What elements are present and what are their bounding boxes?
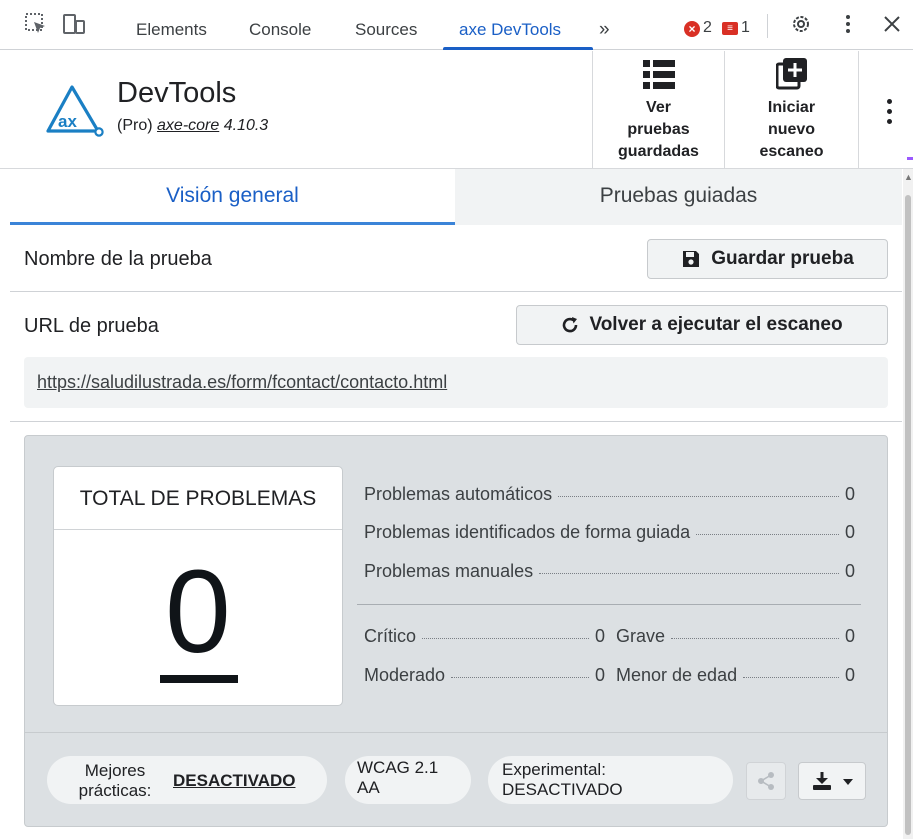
error-count[interactable]: 2 bbox=[703, 19, 712, 37]
stat-minor-label: Menor de edad bbox=[616, 665, 738, 685]
stat-critical-value: 0 bbox=[594, 626, 605, 646]
stat-moderate-label: Moderado bbox=[364, 665, 446, 685]
stat-minor[interactable]: Menor de edad 0 bbox=[616, 665, 855, 686]
test-url-field: https://saludilustrada.es/form/fcontact/… bbox=[24, 357, 888, 408]
add-scan-icon bbox=[775, 58, 807, 90]
kebab-menu-icon[interactable] bbox=[836, 12, 860, 36]
stat-serious-label: Grave bbox=[616, 626, 666, 646]
toolbar-divider bbox=[767, 14, 768, 38]
tab-sources[interactable]: Sources bbox=[355, 20, 417, 40]
scrollbar-thumb[interactable] bbox=[905, 195, 911, 835]
best-practices-toggle[interactable]: Mejores prácticas: DESACTIVADO bbox=[47, 756, 327, 804]
axe-core-version: 4.10.3 bbox=[219, 117, 269, 134]
tab-elements[interactable]: Elements bbox=[136, 20, 207, 40]
new-scan-label-3: escaneo bbox=[759, 143, 824, 160]
issue-count[interactable]: 1 bbox=[741, 19, 750, 37]
saved-tests-label-2: pruebas bbox=[627, 121, 690, 138]
wcag-standard-selector[interactable]: WCAG 2.1 AA bbox=[345, 756, 471, 804]
close-icon[interactable] bbox=[880, 12, 904, 36]
stat-moderate-value: 0 bbox=[594, 665, 605, 685]
stat-critical-label: Crítico bbox=[364, 626, 417, 646]
experimental-label: Experimental: bbox=[502, 760, 606, 779]
stat-manual[interactable]: Problemas manuales 0 bbox=[364, 561, 855, 582]
tab-overview[interactable]: Visión general bbox=[10, 169, 455, 225]
stat-critical[interactable]: Crítico 0 bbox=[364, 626, 605, 647]
scroll-up-arrow-icon[interactable]: ▲ bbox=[904, 172, 913, 182]
test-url-link[interactable]: https://saludilustrada.es/form/fcontact/… bbox=[37, 372, 447, 393]
svg-text:ax: ax bbox=[58, 112, 77, 131]
tab-axe-devtools[interactable]: axe DevTools bbox=[459, 20, 561, 40]
axe-logo-icon: ax bbox=[46, 85, 104, 137]
best-practices-value[interactable]: DESACTIVADO bbox=[173, 771, 295, 790]
stat-automatic[interactable]: Problemas automáticos 0 bbox=[364, 484, 855, 505]
new-scan-label-1: Iniciar bbox=[767, 99, 816, 116]
stat-manual-value: 0 bbox=[844, 561, 855, 581]
saved-tests-label-1: Ver bbox=[646, 99, 671, 116]
inspect-element-icon[interactable] bbox=[24, 12, 48, 36]
stat-automatic-value: 0 bbox=[844, 484, 855, 504]
download-icon bbox=[813, 772, 831, 790]
stat-guided-value: 0 bbox=[844, 522, 855, 542]
rerun-scan-button[interactable]: Volver a ejecutar el escaneo bbox=[516, 305, 888, 345]
share-button[interactable] bbox=[746, 762, 786, 800]
tab-guided-tests[interactable]: Pruebas guiadas bbox=[455, 169, 902, 225]
stat-automatic-label: Problemas automáticos bbox=[364, 484, 553, 504]
brand-subtitle: (Pro) axe-core 4.10.3 bbox=[117, 117, 268, 135]
brand-tier: (Pro) bbox=[117, 117, 153, 134]
rerun-scan-label: Volver a ejecutar el escaneo bbox=[589, 314, 843, 335]
more-tabs-button[interactable]: » bbox=[599, 19, 610, 41]
stat-serious[interactable]: Grave 0 bbox=[616, 626, 855, 647]
error-icon[interactable]: × bbox=[684, 21, 700, 37]
stat-serious-value: 0 bbox=[844, 626, 855, 646]
best-practices-label-2: prácticas: bbox=[78, 781, 152, 800]
divider bbox=[10, 421, 902, 422]
export-button[interactable] bbox=[798, 762, 866, 800]
axe-core-link[interactable]: axe-core bbox=[157, 117, 219, 134]
experimental-toggle[interactable]: Experimental: DESACTIVADO bbox=[488, 756, 733, 804]
saved-tests-label-3: guardadas bbox=[618, 143, 699, 160]
wcag-standard-label-1: WCAG 2.1 bbox=[357, 758, 439, 777]
new-scan-button[interactable]: Iniciar nuevo escaneo bbox=[724, 51, 859, 169]
best-practices-label-1: Mejores bbox=[84, 761, 146, 780]
wcag-standard-label-2: AA bbox=[357, 778, 380, 797]
stats-divider bbox=[357, 604, 861, 605]
divider bbox=[10, 291, 902, 292]
issues-summary-panel: TOTAL DE PROBLEMAS 0 Problemas automátic… bbox=[24, 435, 888, 827]
stat-guided-label: Problemas identificados de forma guiada bbox=[364, 522, 691, 542]
experimental-value: DESACTIVADO bbox=[502, 780, 623, 799]
total-issues-card: TOTAL DE PROBLEMAS 0 bbox=[53, 466, 343, 706]
floppy-disk-icon bbox=[683, 251, 700, 267]
panel-footer-divider bbox=[25, 732, 887, 733]
axe-header: ax DevTools (Pro) axe-core 4.10.3 Ver pr… bbox=[0, 51, 913, 169]
total-issues-underline bbox=[160, 675, 238, 683]
stat-manual-label: Problemas manuales bbox=[364, 561, 534, 581]
active-tab-indicator bbox=[443, 47, 593, 50]
new-scan-label-2: nuevo bbox=[767, 121, 816, 138]
stat-guided[interactable]: Problemas identificados de forma guiada 0 bbox=[364, 522, 855, 543]
tab-console[interactable]: Console bbox=[249, 20, 311, 40]
accent-strip bbox=[907, 157, 913, 160]
device-toolbar-icon[interactable] bbox=[62, 12, 86, 36]
total-issues-title: TOTAL DE PROBLEMAS bbox=[54, 467, 342, 530]
devtools-tab-strip: Elements Console Sources axe DevTools » … bbox=[0, 0, 913, 50]
saved-tests-button[interactable]: Ver pruebas guardadas bbox=[592, 51, 724, 169]
chevron-down-icon bbox=[843, 779, 853, 785]
stat-minor-value: 0 bbox=[844, 665, 855, 685]
save-test-label: Guardar prueba bbox=[711, 248, 854, 269]
total-issues-count[interactable]: 0 bbox=[54, 553, 342, 671]
axe-menu-icon[interactable] bbox=[885, 99, 893, 127]
list-icon bbox=[642, 60, 675, 89]
save-test-button[interactable]: Guardar prueba bbox=[647, 239, 888, 279]
issue-flag-icon[interactable]: ≡ bbox=[722, 22, 738, 35]
refresh-icon bbox=[563, 317, 578, 333]
gear-icon[interactable] bbox=[789, 12, 813, 36]
brand-title: DevTools bbox=[117, 77, 237, 109]
stat-moderate[interactable]: Moderado 0 bbox=[364, 665, 605, 686]
test-url-label: URL de prueba bbox=[24, 315, 159, 337]
share-icon bbox=[758, 772, 774, 790]
test-name-label: Nombre de la prueba bbox=[24, 248, 212, 270]
